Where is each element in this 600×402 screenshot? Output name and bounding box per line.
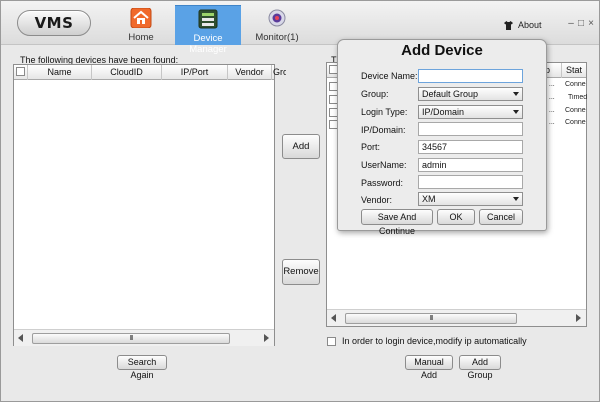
add-device-dialog: Add Device Device Name: Group: Default G…	[337, 39, 547, 236]
ip-domain-label: IP/Domain:	[361, 125, 406, 135]
password-input[interactable]	[418, 175, 523, 189]
save-and-continue-button[interactable]: Save And Continue	[361, 209, 433, 236]
scroll-left-icon[interactable]	[331, 314, 336, 322]
scrollbar-thumb[interactable]: III	[345, 313, 517, 324]
tab-device-manager[interactable]: Device Manager	[175, 5, 241, 55]
minimize-button[interactable]: –	[566, 18, 576, 29]
vendor-select[interactable]: XM	[418, 192, 523, 206]
device-manager-icon	[197, 9, 219, 29]
tab-monitor[interactable]: Monitor(1)	[249, 5, 305, 45]
maximize-button[interactable]: □	[576, 18, 586, 29]
port-label: Port:	[361, 142, 381, 152]
auto-modify-ip-checkbox[interactable]	[327, 337, 336, 346]
table-header: Name CloudID IP/Port Vendor Gro	[14, 65, 286, 80]
status-cell: Conne	[565, 119, 586, 126]
group-label: Group:	[361, 89, 389, 99]
auto-modify-ip-label: In order to login device,modify ip autom…	[342, 336, 527, 346]
scroll-left-icon[interactable]	[18, 334, 23, 342]
vms-logo: VMS	[17, 10, 91, 36]
about-label: About	[518, 20, 542, 30]
home-icon	[130, 7, 152, 29]
manual-add-button[interactable]: Manual Add	[405, 355, 453, 380]
tab-home-label: Home	[128, 32, 154, 43]
cancel-button[interactable]: Cancel	[479, 209, 523, 225]
column-header-name[interactable]: Name	[28, 65, 92, 80]
scroll-right-icon[interactable]	[264, 334, 269, 342]
status-cell: Conne	[565, 81, 586, 88]
chevron-down-icon	[513, 197, 519, 201]
group-select[interactable]: Default Group	[418, 87, 523, 101]
about-button[interactable]: About	[504, 20, 548, 32]
column-header-cloudid[interactable]: CloudID	[92, 65, 162, 80]
scroll-right-icon[interactable]	[576, 314, 581, 322]
vendor-select-value: XM	[422, 194, 436, 204]
select-all-checkbox[interactable]	[16, 67, 25, 76]
dialog-title: Add Device	[401, 42, 483, 59]
group-select-value: Default Group	[422, 89, 479, 99]
device-name-input[interactable]	[418, 69, 523, 83]
tab-device-manager-label: Device Manager	[189, 33, 227, 55]
ip-domain-input[interactable]	[418, 122, 523, 136]
tab-home[interactable]: Home	[119, 5, 163, 45]
device-name-label: Device Name:	[361, 71, 418, 81]
shirt-icon	[504, 21, 513, 30]
login-type-select[interactable]: IP/Domain	[418, 105, 523, 119]
remove-button[interactable]: Remove	[282, 259, 320, 285]
username-label: UserName:	[361, 160, 407, 170]
horizontal-scrollbar[interactable]: III	[14, 329, 274, 346]
add-group-button[interactable]: Add Group	[459, 355, 501, 380]
horizontal-scrollbar[interactable]: III	[327, 309, 586, 326]
username-input[interactable]: admin	[418, 158, 523, 172]
chevron-down-icon	[513, 92, 519, 96]
column-header-status[interactable]: Stat	[562, 63, 586, 78]
found-devices-table[interactable]: Name CloudID IP/Port Vendor Gro III	[13, 64, 286, 346]
column-header-ip-port[interactable]: IP/Port	[162, 65, 228, 80]
add-button[interactable]: Add	[282, 134, 320, 159]
vms-window: VMS Home Device Manager Monitor(1) About…	[0, 0, 600, 402]
login-type-label: Login Type:	[361, 107, 408, 117]
monitor-icon	[266, 8, 288, 28]
close-button[interactable]: ×	[586, 18, 596, 29]
vendor-label: Vendor:	[361, 195, 393, 205]
scrollbar-thumb[interactable]: III	[32, 333, 230, 344]
port-input[interactable]: 34567	[418, 140, 523, 154]
chevron-down-icon	[513, 110, 519, 114]
select-all-cell	[14, 65, 28, 80]
column-header-vendor[interactable]: Vendor	[228, 65, 272, 80]
status-cell: Conne	[565, 107, 586, 114]
status-cell: Timed	[568, 94, 588, 101]
search-again-button[interactable]: Search Again	[117, 355, 167, 380]
ok-button[interactable]: OK	[437, 209, 475, 225]
tab-monitor-label: Monitor(1)	[255, 32, 299, 43]
password-label: Password:	[361, 178, 404, 188]
login-type-select-value: IP/Domain	[422, 107, 465, 117]
column-header-group[interactable]: Gro	[272, 65, 286, 80]
